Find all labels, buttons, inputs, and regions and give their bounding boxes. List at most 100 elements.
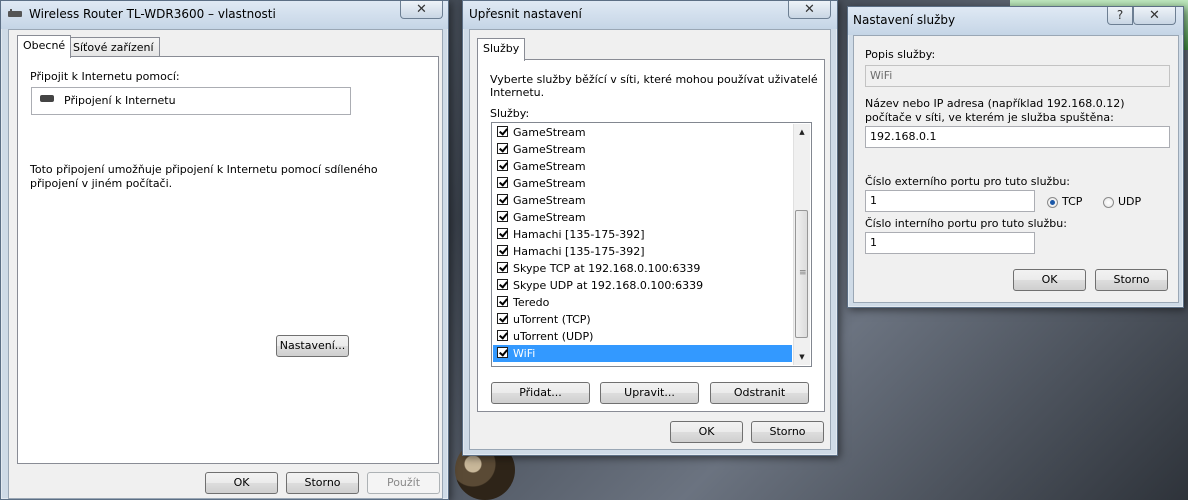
router-properties-window: Wireless Router TL-WDR3600 – vlastnosti … <box>0 0 449 500</box>
connection-name: Připojení k Internetu <box>64 94 176 107</box>
service-name: GameStream <box>513 126 586 139</box>
help-button[interactable]: ? <box>1107 7 1133 25</box>
service-name: Teredo <box>513 296 550 309</box>
ok-button[interactable]: OK <box>205 472 278 494</box>
service-list-item[interactable]: GameStream <box>493 175 792 192</box>
service-name: WiFi <box>513 347 536 360</box>
advanced-settings-window: Upřesnit nastavení ✕ Služby Vyberte služ… <box>462 0 838 456</box>
external-port-label: Číslo externího portu pro tuto službu: <box>865 175 1070 188</box>
tab-services[interactable]: Služby <box>477 38 526 61</box>
host-address-field[interactable]: 192.168.0.1 <box>865 126 1170 148</box>
service-list-item[interactable]: GameStream <box>493 209 792 226</box>
service-list-item[interactable]: Skype UDP at 192.168.0.100:6339 <box>493 277 792 294</box>
service-checkbox[interactable] <box>497 194 508 205</box>
ok-button[interactable]: OK <box>1013 269 1086 291</box>
service-name: Skype TCP at 192.168.0.100:6339 <box>513 262 701 275</box>
service-list-item[interactable]: uTorrent (UDP) <box>493 328 792 345</box>
title-bar[interactable]: Upřesnit nastavení <box>463 1 837 29</box>
service-name: GameStream <box>513 177 586 190</box>
udp-label[interactable]: UDP <box>1118 195 1141 208</box>
close-button[interactable]: ✕ <box>788 1 831 19</box>
tab-page-general: Připojit k Internetu pomocí: Připojení k… <box>17 56 439 464</box>
service-checkbox[interactable] <box>497 330 508 341</box>
cancel-button[interactable]: Storno <box>1095 269 1168 291</box>
scroll-thumb[interactable]: ≡ <box>795 210 808 338</box>
service-list-item[interactable]: Teredo <box>493 294 792 311</box>
service-name: GameStream <box>513 194 586 207</box>
ok-button[interactable]: OK <box>670 421 743 443</box>
tab-page-services: Vyberte služby běžící v síti, které moho… <box>477 59 825 412</box>
connection-icon <box>40 95 54 102</box>
dialog-body: Služby Vyberte služby běžící v síti, kte… <box>469 29 831 450</box>
external-port-field[interactable]: 1 <box>865 190 1035 212</box>
service-list-item[interactable]: Hamachi [135-175-392] <box>493 243 792 260</box>
scroll-down-icon[interactable]: ▼ <box>794 349 810 365</box>
service-name: Hamachi [135-175-392] <box>513 245 645 258</box>
service-checkbox[interactable] <box>497 347 508 358</box>
host-label-line-2: počítače v síti, ve kterém je služba spu… <box>865 111 1114 124</box>
cancel-button[interactable]: Storno <box>751 421 824 443</box>
close-button[interactable]: ✕ <box>400 1 443 19</box>
services-list[interactable]: WiFi uTorrent (UDP) uTorrent (TCP) Teredo Sk… <box>491 122 812 367</box>
service-checkbox[interactable] <box>497 228 508 239</box>
title-bar[interactable]: Wireless Router TL-WDR3600 – vlastnosti <box>1 1 448 29</box>
internal-port-label: Číslo interního portu pro tuto službu: <box>865 217 1067 230</box>
service-name: GameStream <box>513 160 586 173</box>
service-list-item[interactable]: GameStream <box>493 141 792 158</box>
network-device-icon <box>8 9 22 17</box>
tab-network-device[interactable]: Síťové zařízení <box>67 37 160 58</box>
tab-general[interactable]: Obecné <box>17 35 72 58</box>
description-line-1: Toto připojení umožňuje připojení k Inte… <box>30 163 378 176</box>
intro-line-2: Internetu. <box>490 86 545 99</box>
window-title: Wireless Router TL-WDR3600 – vlastnosti <box>29 7 276 21</box>
service-list-item[interactable]: Hamachi [135-175-392] <box>493 226 792 243</box>
vertical-scrollbar[interactable]: ▲ ≡ ▼ <box>793 124 810 365</box>
service-name: GameStream <box>513 143 586 156</box>
edit-button[interactable]: Upravit... <box>600 382 699 404</box>
service-list-item[interactable]: uTorrent (TCP) <box>493 311 792 328</box>
connection-field[interactable]: Připojení k Internetu <box>31 87 351 115</box>
service-name: uTorrent (TCP) <box>513 313 591 326</box>
service-list-item[interactable]: WiFi <box>493 345 792 362</box>
service-settings-window: Nastavení služby ? ✕ Popis služby: WiFi … <box>847 6 1184 308</box>
service-checkbox[interactable] <box>497 245 508 256</box>
apply-button[interactable]: Použít <box>367 472 440 494</box>
dialog-body: Obecné Síťové zařízení Připojit k Intern… <box>8 29 443 499</box>
service-checkbox[interactable] <box>497 262 508 273</box>
service-checkbox[interactable] <box>497 143 508 154</box>
close-button[interactable]: ✕ <box>1133 7 1176 25</box>
internal-port-field[interactable]: 1 <box>865 232 1035 254</box>
service-list-item[interactable]: GameStream <box>493 192 792 209</box>
service-name: uTorrent (UDP) <box>513 330 594 343</box>
service-checkbox[interactable] <box>497 211 508 222</box>
service-name: GameStream <box>513 211 586 224</box>
window-title: Upřesnit nastavení <box>469 7 582 21</box>
service-checkbox[interactable] <box>497 279 508 290</box>
dialog-body: Popis služby: WiFi Název nebo IP adresa … <box>853 35 1179 303</box>
service-list-item[interactable]: GameStream <box>493 158 792 175</box>
service-checkbox[interactable] <box>497 313 508 324</box>
service-checkbox[interactable] <box>497 160 508 171</box>
cancel-button[interactable]: Storno <box>286 472 359 494</box>
description-line-2: připojení v jiném počítači. <box>30 177 173 190</box>
service-checkbox[interactable] <box>497 126 508 137</box>
intro-line-1: Vyberte služby běžící v síti, které moho… <box>490 73 818 86</box>
host-label-line-1: Název nebo IP adresa (například 192.168.… <box>865 97 1125 110</box>
add-button[interactable]: Přidat... <box>491 382 590 404</box>
service-list-item[interactable]: Skype TCP at 192.168.0.100:6339 <box>493 260 792 277</box>
tcp-radio[interactable] <box>1047 197 1058 208</box>
service-name: Skype UDP at 192.168.0.100:6339 <box>513 279 704 292</box>
tcp-label[interactable]: TCP <box>1062 195 1082 208</box>
udp-radio[interactable] <box>1103 197 1114 208</box>
description-label: Popis služby: <box>865 48 936 61</box>
settings-button[interactable]: Nastavení... <box>276 335 349 357</box>
remove-button[interactable]: Odstranit <box>710 382 809 404</box>
services-label: Služby: <box>490 107 530 120</box>
service-checkbox[interactable] <box>497 296 508 307</box>
service-checkbox[interactable] <box>497 177 508 188</box>
grip-icon: ≡ <box>799 268 807 278</box>
scroll-up-icon[interactable]: ▲ <box>794 124 810 140</box>
service-list-item[interactable]: GameStream <box>493 124 792 141</box>
window-title: Nastavení služby <box>853 13 956 27</box>
service-name: Hamachi [135-175-392] <box>513 228 645 241</box>
